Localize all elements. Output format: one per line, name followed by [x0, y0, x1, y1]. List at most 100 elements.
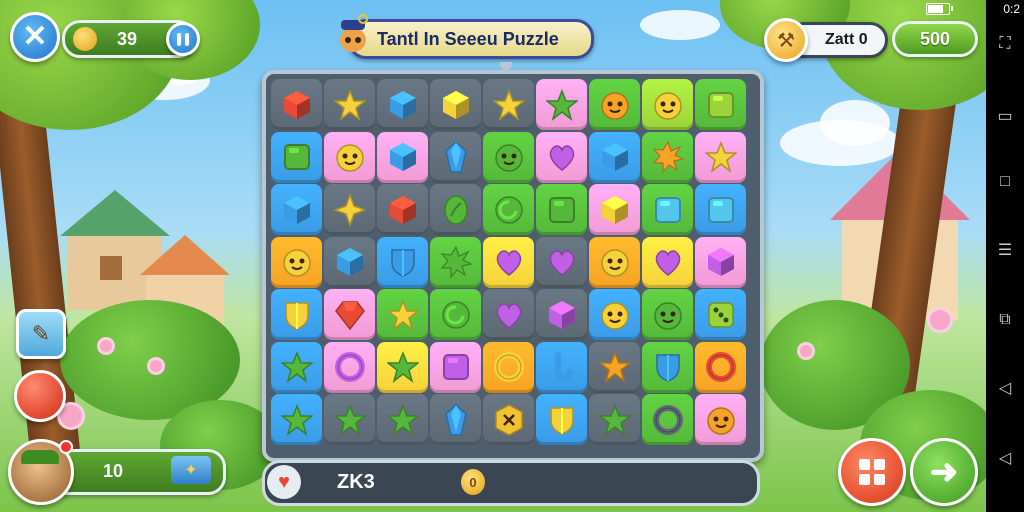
tile-cell[interactable]	[589, 394, 640, 445]
tile-cell[interactable]	[642, 131, 693, 183]
tile-cell[interactable]	[536, 184, 587, 235]
tile-cell[interactable]	[642, 394, 693, 445]
tile-cell[interactable]	[695, 289, 746, 340]
tile-cell[interactable]	[377, 341, 428, 393]
tile-grid	[271, 79, 746, 446]
tile-cell[interactable]	[324, 394, 375, 445]
gem-counter[interactable]: 500	[892, 21, 978, 57]
tile-cell[interactable]	[589, 236, 640, 288]
tile-cell[interactable]	[324, 131, 375, 183]
tile-cell[interactable]	[430, 131, 481, 183]
tile-cell[interactable]	[695, 79, 746, 130]
tile-cell[interactable]	[695, 131, 746, 183]
tile-cell[interactable]	[377, 394, 428, 445]
tile-cell[interactable]	[324, 236, 375, 288]
tile-cell[interactable]	[377, 79, 428, 130]
tile-cell[interactable]	[483, 184, 534, 235]
red-ball-booster-button[interactable]	[14, 370, 66, 422]
face-piece-icon	[281, 246, 313, 278]
dice-piece-icon	[705, 299, 737, 331]
tile-cell[interactable]	[271, 394, 322, 445]
tile-cell[interactable]	[483, 79, 534, 130]
list-icon[interactable]: ☰	[995, 240, 1015, 260]
tile-cell[interactable]	[430, 289, 481, 340]
tile-cell[interactable]	[430, 394, 481, 445]
shield-piece-icon	[652, 351, 684, 383]
tile-cell[interactable]	[430, 79, 481, 130]
hook-piece-icon	[546, 351, 578, 383]
tile-cell[interactable]	[430, 236, 481, 288]
tile-cell[interactable]	[377, 131, 428, 183]
multiwindow-icon[interactable]: ▭	[995, 106, 1015, 126]
ring-piece-icon	[705, 351, 737, 383]
shield-piece-icon	[387, 246, 419, 278]
tile-cell[interactable]	[536, 341, 587, 393]
tile-cell[interactable]	[483, 289, 534, 340]
tile-cell[interactable]	[695, 236, 746, 288]
tile-cell[interactable]	[377, 236, 428, 288]
tile-cell[interactable]	[271, 184, 322, 235]
tile-cell[interactable]	[536, 289, 587, 340]
tile-cell[interactable]	[430, 341, 481, 393]
tile-cell[interactable]	[324, 341, 375, 393]
square-piece-icon	[440, 351, 472, 383]
tile-cell[interactable]	[324, 79, 375, 130]
square-piece-icon	[705, 89, 737, 121]
square-icon[interactable]: □	[995, 172, 1015, 192]
cube-piece-icon	[546, 299, 578, 331]
tile-cell[interactable]	[536, 394, 587, 445]
tile-cell[interactable]	[324, 184, 375, 235]
system-nav-bar: 0:2 ⛶ ▭ □ ☰ ⧉ ◁ ◁	[986, 0, 1024, 512]
tile-cell[interactable]	[536, 236, 587, 288]
tile-cell[interactable]	[483, 131, 534, 183]
tile-cell[interactable]	[589, 184, 640, 235]
paint-booster-button[interactable]: ✎	[16, 309, 66, 359]
tile-cell[interactable]	[271, 79, 322, 130]
tile-cell[interactable]	[483, 236, 534, 288]
card-booster-icon[interactable]: ✦	[171, 456, 211, 484]
tile-cell[interactable]	[642, 79, 693, 130]
screen-rotate-icon[interactable]: ⛶	[995, 34, 1015, 54]
face-piece-icon	[599, 246, 631, 278]
tile-cell[interactable]	[324, 289, 375, 340]
pause-button[interactable]	[166, 22, 200, 56]
tile-cell[interactable]	[536, 79, 587, 130]
star-piece-icon	[386, 298, 419, 331]
tile-cell[interactable]	[430, 184, 481, 235]
tile-cell[interactable]	[377, 184, 428, 235]
status-clock: 0:2	[1003, 2, 1020, 16]
face-piece-icon	[705, 404, 737, 436]
tile-cell[interactable]	[695, 394, 746, 445]
tile-cell[interactable]	[377, 289, 428, 340]
tile-cell[interactable]	[642, 184, 693, 235]
tile-cell[interactable]	[695, 184, 746, 235]
tile-cell[interactable]	[695, 341, 746, 393]
crystal-piece-icon	[440, 403, 472, 436]
player-avatar[interactable]	[8, 439, 74, 505]
tile-cell[interactable]	[271, 289, 322, 340]
cube-piece-icon	[387, 194, 419, 226]
tile-cell[interactable]	[589, 79, 640, 130]
booster-icon-button[interactable]: ⚒	[764, 18, 808, 62]
screenshot-icon[interactable]: ⧉	[995, 310, 1015, 330]
tile-cell[interactable]	[536, 131, 587, 183]
tile-cell[interactable]	[642, 341, 693, 393]
tile-cell[interactable]	[642, 289, 693, 340]
tile-cell[interactable]	[589, 289, 640, 340]
close-button[interactable]: ✕	[10, 12, 60, 62]
tile-cell[interactable]	[483, 394, 534, 445]
next-button[interactable]: ➜	[910, 438, 978, 506]
star-piece-icon	[386, 351, 419, 383]
tile-cell[interactable]	[271, 236, 322, 288]
menu-grid-button[interactable]	[838, 438, 906, 506]
star-piece-icon	[704, 141, 737, 173]
tile-cell[interactable]	[271, 341, 322, 393]
tile-cell[interactable]	[642, 236, 693, 288]
tile-cell[interactable]	[271, 131, 322, 183]
face-piece-icon	[599, 89, 631, 121]
tile-cell[interactable]	[589, 131, 640, 183]
back-icon[interactable]: ◁	[995, 378, 1015, 398]
tile-cell[interactable]	[589, 341, 640, 393]
tile-cell[interactable]	[483, 341, 534, 393]
collapse-icon[interactable]: ◁	[995, 448, 1015, 468]
